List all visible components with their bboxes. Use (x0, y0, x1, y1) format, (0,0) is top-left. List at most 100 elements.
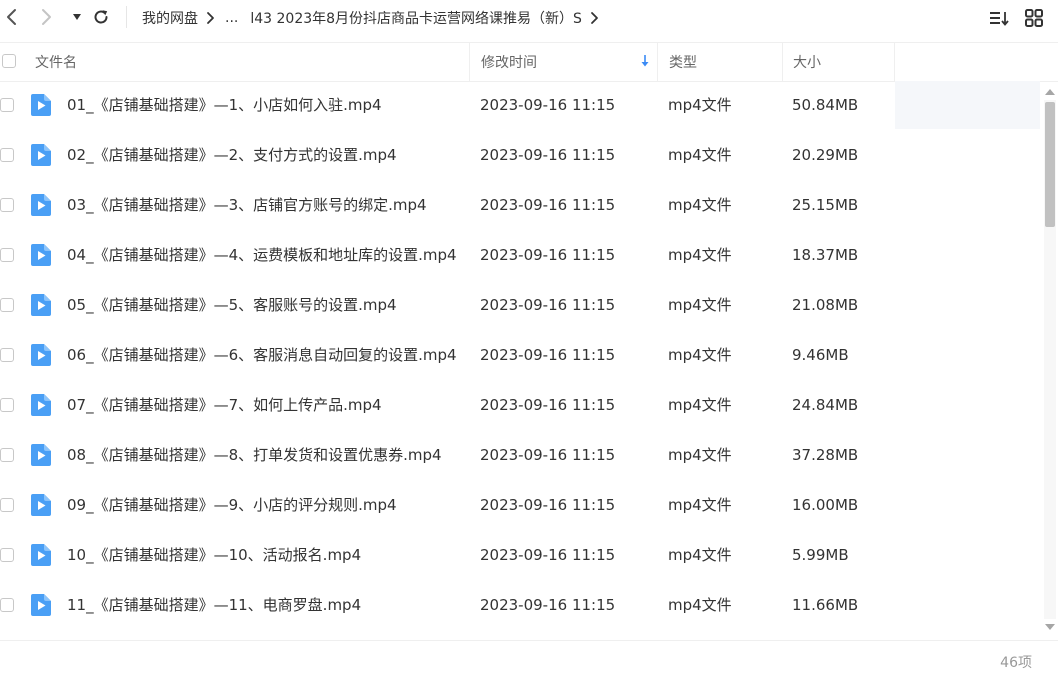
chevron-right-icon (42, 9, 51, 25)
refresh-button[interactable] (90, 6, 112, 28)
row-hover-highlight (895, 81, 1040, 129)
forward-button[interactable] (36, 6, 58, 28)
table-row[interactable]: 07_《店铺基础搭建》—7、如何上传产品.mp4 2023-09-16 11:1… (0, 381, 1040, 431)
file-mtime: 2023-09-16 11:15 (480, 546, 616, 564)
file-type: mp4文件 (668, 146, 732, 164)
file-type: mp4文件 (668, 196, 732, 214)
video-file-icon (31, 394, 51, 416)
row-checkbox[interactable] (0, 498, 14, 512)
column-header-type[interactable]: 类型 (657, 43, 782, 81)
breadcrumb-root[interactable]: 我的网盘 (142, 8, 198, 28)
file-name: 07_《店铺基础搭建》—7、如何上传产品.mp4 (67, 396, 382, 414)
file-size: 9.46MB (792, 346, 849, 364)
video-file-icon (31, 194, 51, 216)
vertical-scrollbar-thumb[interactable] (1045, 102, 1055, 227)
file-name: 06_《店铺基础搭建》—6、客服消息自动回复的设置.mp4 (67, 346, 457, 364)
file-name: 02_《店铺基础搭建》—2、支付方式的设置.mp4 (67, 146, 397, 164)
scroll-down-arrow-icon[interactable] (1043, 621, 1057, 633)
table-row[interactable]: 02_《店铺基础搭建》—2、支付方式的设置.mp4 2023-09-16 11:… (0, 131, 1040, 181)
video-file-icon (31, 594, 51, 616)
file-mtime: 2023-09-16 11:15 (480, 196, 616, 214)
toolbar-divider (126, 6, 127, 28)
file-type: mp4文件 (668, 296, 732, 314)
column-header-name[interactable]: 文件名 (35, 43, 469, 81)
table-row[interactable]: 04_《店铺基础搭建》—4、运费模板和地址库的设置.mp4 2023-09-16… (0, 231, 1040, 281)
back-button[interactable] (0, 6, 22, 28)
video-file-icon (31, 294, 51, 316)
column-header-size[interactable]: 大小 (782, 43, 895, 81)
table-row[interactable]: 06_《店铺基础搭建》—6、客服消息自动回复的设置.mp4 2023-09-16… (0, 331, 1040, 381)
video-file-icon (31, 494, 51, 516)
file-name: 11_《店铺基础搭建》—11、电商罗盘.mp4 (67, 596, 362, 614)
breadcrumb: 我的网盘 ... l43 2023年8月份抖店商品卡运营网络课推易（新）S (142, 0, 607, 36)
row-checkbox[interactable] (0, 548, 14, 562)
row-checkbox[interactable] (0, 348, 14, 362)
file-name: 10_《店铺基础搭建》—10、活动报名.mp4 (67, 546, 362, 564)
file-mtime: 2023-09-16 11:15 (480, 446, 616, 464)
file-type: mp4文件 (668, 96, 732, 114)
file-type: mp4文件 (668, 596, 732, 614)
sort-list-icon (990, 12, 1009, 26)
table-row[interactable]: 09_《店铺基础搭建》—9、小店的评分规则.mp4 2023-09-16 11:… (0, 481, 1040, 531)
file-type: mp4文件 (668, 346, 732, 364)
file-name: 08_《店铺基础搭建》—8、打单发货和设置优惠券.mp4 (67, 446, 442, 464)
table-row[interactable]: 05_《店铺基础搭建》—5、客服账号的设置.mp4 2023-09-16 11:… (0, 281, 1040, 331)
chevron-right-icon[interactable] (590, 11, 599, 25)
chevron-left-icon (7, 9, 16, 25)
caret-down-icon (73, 14, 81, 20)
video-file-icon (31, 144, 51, 166)
row-checkbox[interactable] (0, 248, 14, 262)
file-type: mp4文件 (668, 496, 732, 514)
row-checkbox[interactable] (0, 398, 14, 412)
column-header-mtime[interactable]: 修改时间 (469, 43, 657, 81)
file-mtime: 2023-09-16 11:15 (480, 296, 616, 314)
table-row[interactable]: 03_《店铺基础搭建》—3、店铺官方账号的绑定.mp4 2023-09-16 1… (0, 181, 1040, 231)
file-type: mp4文件 (668, 396, 732, 414)
file-size: 24.84MB (792, 396, 859, 414)
video-file-icon (31, 244, 51, 266)
refresh-icon (94, 10, 108, 24)
file-type: mp4文件 (668, 546, 732, 564)
file-size: 20.29MB (792, 146, 859, 164)
file-mtime: 2023-09-16 11:15 (480, 396, 616, 414)
row-checkbox[interactable] (0, 298, 14, 312)
file-mtime: 2023-09-16 11:15 (480, 596, 616, 614)
file-size: 16.00MB (792, 496, 859, 514)
row-checkbox[interactable] (0, 448, 14, 462)
video-file-icon (31, 444, 51, 466)
breadcrumb-current-folder[interactable]: l43 2023年8月份抖店商品卡运营网络课推易（新）S (250, 8, 582, 28)
history-dropdown-button[interactable] (66, 6, 88, 28)
row-checkbox[interactable] (0, 598, 14, 612)
row-checkbox[interactable] (0, 198, 14, 212)
file-name: 03_《店铺基础搭建》—3、店铺官方账号的绑定.mp4 (67, 196, 427, 214)
select-all-checkbox[interactable] (2, 54, 16, 68)
sort-descending-icon (641, 55, 649, 67)
grid-view-button[interactable] (1023, 7, 1045, 29)
status-bar: 46项 (0, 640, 1058, 677)
chevron-right-icon (206, 11, 215, 25)
file-size: 5.99MB (792, 546, 849, 564)
row-checkbox[interactable] (0, 148, 14, 162)
row-checkbox[interactable] (0, 98, 14, 112)
file-mtime: 2023-09-16 11:15 (480, 496, 616, 514)
file-list: 01_《店铺基础搭建》—1、小店如何入驻.mp4 2023-09-16 11:1… (0, 81, 1040, 639)
file-mtime: 2023-09-16 11:15 (480, 96, 616, 114)
file-size: 11.66MB (792, 596, 859, 614)
table-row[interactable]: 08_《店铺基础搭建》—8、打单发货和设置优惠券.mp4 2023-09-16 … (0, 431, 1040, 481)
breadcrumb-ellipsis[interactable]: ... (225, 10, 238, 26)
grid-view-icon (1025, 9, 1043, 27)
file-size: 37.28MB (792, 446, 859, 464)
sort-button[interactable] (988, 7, 1010, 29)
file-name: 04_《店铺基础搭建》—4、运费模板和地址库的设置.mp4 (67, 246, 457, 264)
column-header-mtime-label: 修改时间 (481, 55, 537, 71)
table-row[interactable]: 01_《店铺基础搭建》—1、小店如何入驻.mp4 2023-09-16 11:1… (0, 81, 1040, 131)
file-name: 01_《店铺基础搭建》—1、小店如何入驻.mp4 (67, 96, 382, 114)
table-row[interactable]: 11_《店铺基础搭建》—11、电商罗盘.mp4 2023-09-16 11:15… (0, 581, 1040, 631)
table-row[interactable]: 10_《店铺基础搭建》—10、活动报名.mp4 2023-09-16 11:15… (0, 531, 1040, 581)
scroll-up-arrow-icon[interactable] (1043, 86, 1057, 98)
video-file-icon (31, 544, 51, 566)
top-toolbar: 我的网盘 ... l43 2023年8月份抖店商品卡运营网络课推易（新）S (0, 0, 1058, 36)
file-size: 18.37MB (792, 246, 859, 264)
file-size: 25.15MB (792, 196, 859, 214)
file-mtime: 2023-09-16 11:15 (480, 146, 616, 164)
